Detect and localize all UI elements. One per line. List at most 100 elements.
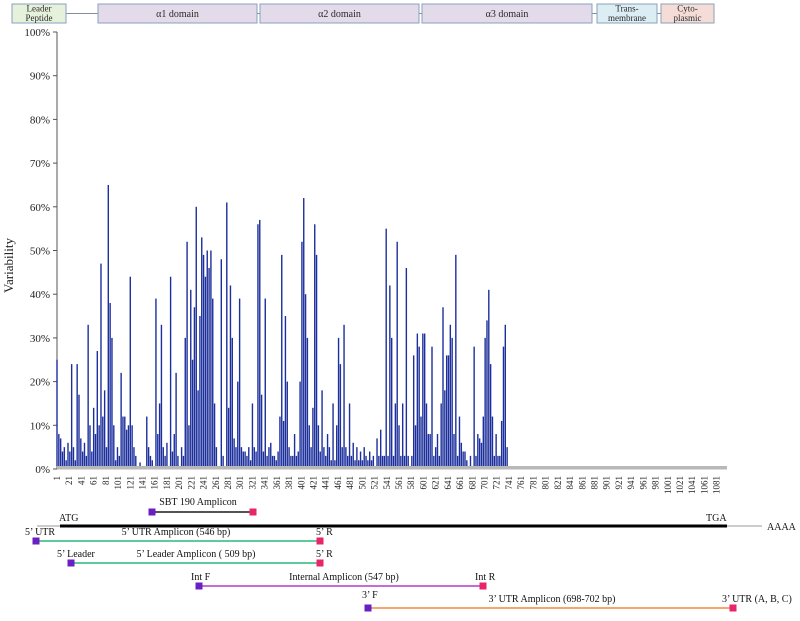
variability-bar (262, 451, 265, 466)
variability-figure: Leader Peptide α1 domain α2 domain α3 domain… (0, 0, 800, 616)
x-tick-label: 161 (150, 476, 160, 490)
variability-bar (206, 250, 208, 466)
forward-primer-marker-4 (364, 604, 372, 612)
variability-bar (240, 447, 243, 466)
x-tick-label: 281 (223, 476, 233, 490)
variability-bar (233, 438, 235, 466)
variability-bar (330, 460, 332, 466)
variability-bar (317, 425, 320, 466)
variability-bar (356, 447, 358, 466)
variability-bar (506, 447, 508, 466)
variability-bar (422, 333, 424, 466)
variability-bar (271, 455, 274, 466)
variability-bar (499, 455, 501, 466)
amplicon-name-4: 3’ UTR Amplicon (698-702 bp) (488, 594, 615, 605)
x-tick-label: 841 (565, 476, 575, 490)
variability-bar (482, 416, 485, 466)
poly-a-label: AAAA (767, 522, 797, 533)
variability-bar (401, 403, 404, 466)
start-codon-label: ATG (59, 513, 78, 524)
variability-bar (414, 425, 417, 466)
variability-bar (158, 403, 161, 466)
variability-bar (315, 254, 318, 466)
variability-bar (220, 259, 222, 466)
variability-bar (495, 434, 497, 466)
x-tick-label: 741 (504, 476, 514, 490)
variability-bar (438, 455, 441, 466)
y-tick-label: 70% (30, 158, 50, 170)
x-tick-label: 101 (113, 476, 123, 490)
variability-bar (284, 316, 287, 466)
variability-bar (442, 307, 444, 466)
reverse-primer-marker-3 (479, 582, 487, 590)
variability-bar (295, 455, 298, 466)
variability-bar (251, 403, 254, 466)
variability-bar (160, 324, 163, 466)
forward-primer-marker-2 (67, 559, 75, 567)
variability-bar (451, 337, 453, 466)
variability-bar (273, 455, 276, 466)
variability-bar (434, 447, 437, 466)
y-tick-label: 50% (30, 246, 50, 258)
x-tick-label: 541 (382, 476, 392, 490)
variability-bar (319, 451, 321, 466)
variability-bar (403, 455, 406, 466)
variability-bar (405, 267, 408, 466)
x-tick-label: 1 (52, 476, 62, 481)
variability-bar (416, 333, 419, 466)
variability-bar (135, 455, 137, 466)
variability-bar (264, 298, 266, 466)
variability-bar (462, 451, 464, 466)
variability-bar (61, 451, 64, 466)
x-tick-label: 901 (602, 476, 612, 490)
variability-bar (411, 455, 413, 466)
variability-bar (124, 416, 126, 466)
variability-bar (255, 451, 257, 466)
variability-bar (433, 455, 435, 466)
variability-bar (372, 455, 375, 466)
variability-bar (235, 447, 237, 466)
variability-bar (259, 219, 261, 466)
variability-bar (195, 206, 197, 467)
variability-bar (314, 224, 316, 466)
forward-primer-marker-1 (32, 537, 40, 545)
x-tick-label: 301 (235, 476, 245, 490)
x-tick-label: 801 (541, 476, 551, 490)
variability-bar (425, 403, 428, 466)
x-tick-label: 661 (455, 476, 465, 490)
variability-bar (299, 381, 301, 466)
variability-bar (502, 346, 505, 466)
variability-bar (129, 276, 131, 466)
variability-bar (336, 425, 338, 466)
variability-bar (321, 390, 323, 466)
variability-bar (173, 434, 175, 466)
variability-bar (94, 434, 97, 466)
x-tick-label: 181 (162, 476, 172, 490)
x-tick-label: 241 (199, 476, 209, 490)
y-tick-label: 100% (24, 27, 50, 39)
variability-bar (237, 381, 239, 466)
variability-bar (131, 425, 133, 466)
variability-bar (308, 425, 310, 466)
variability-bar (157, 434, 159, 466)
y-tick-label: 20% (30, 377, 50, 389)
variability-bar (180, 447, 183, 466)
variability-bar (96, 351, 99, 466)
variability-bar (310, 447, 312, 466)
variability-bar (162, 447, 164, 466)
variability-bar (166, 442, 168, 466)
variability-bar (74, 460, 77, 466)
variability-bar (175, 372, 177, 466)
variability-bar (244, 451, 246, 466)
variability-bar (477, 434, 479, 466)
variability-bar (458, 416, 461, 466)
x-tick-label: 221 (186, 476, 196, 490)
y-tick-label: 30% (30, 333, 50, 345)
variability-bar (118, 455, 120, 466)
variability-bar (478, 438, 481, 466)
variability-bar (146, 416, 148, 466)
variability-bar (193, 307, 196, 466)
variability-bar (107, 184, 110, 466)
domain-label-2: α2 domain (318, 9, 361, 20)
variability-bar (306, 337, 309, 466)
